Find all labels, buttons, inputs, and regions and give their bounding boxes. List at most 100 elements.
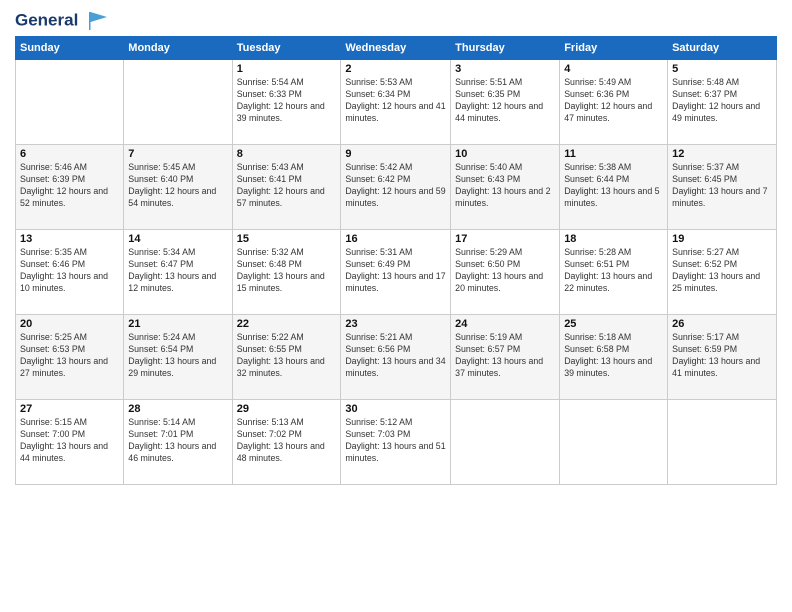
- calendar-cell: 6Sunrise: 5:46 AMSunset: 6:39 PMDaylight…: [16, 145, 124, 230]
- day-number: 22: [237, 318, 337, 330]
- day-number: 7: [128, 148, 227, 160]
- day-number: 27: [20, 403, 119, 415]
- day-info: Sunrise: 5:15 AMSunset: 7:00 PMDaylight:…: [20, 417, 119, 465]
- calendar-cell: 19Sunrise: 5:27 AMSunset: 6:52 PMDayligh…: [668, 230, 777, 315]
- weekday-header-saturday: Saturday: [668, 37, 777, 60]
- day-number: 17: [455, 233, 555, 245]
- calendar-cell: 18 Sunrise: 5:28 AMSunset: 6:51 PMDayligh…: [560, 230, 668, 315]
- calendar-cell: 24Sunrise: 5:19 AMSunset: 6:57 PMDayligh…: [451, 315, 560, 400]
- week-row-3: 13Sunrise: 5:35 AMSunset: 6:46 PMDayligh…: [16, 230, 777, 315]
- day-info: Sunrise: 5:38 AMSunset: 6:44 PMDaylight:…: [564, 162, 663, 210]
- weekday-header-friday: Friday: [560, 37, 668, 60]
- calendar-cell: 25 Sunrise: 5:18 AMSunset: 6:58 PMDayligh…: [560, 315, 668, 400]
- weekday-header-sunday: Sunday: [16, 37, 124, 60]
- day-number: 1: [237, 63, 337, 75]
- week-row-4: 20 Sunrise: 5:25 AMSunset: 6:53 PMDayligh…: [16, 315, 777, 400]
- day-number: 23: [345, 318, 446, 330]
- day-number: 11: [564, 148, 663, 160]
- day-info: Sunrise: 5:13 AMSunset: 7:02 PMDaylight:…: [237, 417, 337, 465]
- day-number: 8: [237, 148, 337, 160]
- day-info: Sunrise: 5:37 AMSunset: 6:45 PMDaylight:…: [672, 162, 772, 210]
- week-row-5: 27 Sunrise: 5:15 AMSunset: 7:00 PMDayligh…: [16, 400, 777, 485]
- calendar-cell: 20 Sunrise: 5:25 AMSunset: 6:53 PMDayligh…: [16, 315, 124, 400]
- day-info: Sunrise: 5:35 AMSunset: 6:46 PMDaylight:…: [20, 247, 119, 295]
- day-number: 10: [455, 148, 555, 160]
- calendar-cell: [16, 60, 124, 145]
- day-info: Sunrise: 5:43 AMSunset: 6:41 PMDaylight:…: [237, 162, 337, 210]
- day-number: 19: [672, 233, 772, 245]
- calendar-cell: 27 Sunrise: 5:15 AMSunset: 7:00 PMDayligh…: [16, 400, 124, 485]
- day-number: 9: [345, 148, 446, 160]
- day-number: 2: [345, 63, 446, 75]
- weekday-header-monday: Monday: [124, 37, 232, 60]
- calendar-cell: 10 Sunrise: 5:40 AMSunset: 6:43 PMDayligh…: [451, 145, 560, 230]
- calendar-cell: [451, 400, 560, 485]
- day-number: 5: [672, 63, 772, 75]
- week-row-2: 6Sunrise: 5:46 AMSunset: 6:39 PMDaylight…: [16, 145, 777, 230]
- calendar-cell: 13Sunrise: 5:35 AMSunset: 6:46 PMDayligh…: [16, 230, 124, 315]
- day-info: Sunrise: 5:31 AMSunset: 6:49 PMDaylight:…: [345, 247, 446, 295]
- calendar-cell: 26 Sunrise: 5:17 AMSunset: 6:59 PMDayligh…: [668, 315, 777, 400]
- day-info: Sunrise: 5:12 AMSunset: 7:03 PMDaylight:…: [345, 417, 446, 465]
- logo-text: General: [15, 10, 113, 32]
- day-info: Sunrise: 5:21 AMSunset: 6:56 PMDaylight:…: [345, 332, 446, 380]
- calendar-cell: 5 Sunrise: 5:48 AMSunset: 6:37 PMDaylight…: [668, 60, 777, 145]
- day-info: Sunrise: 5:51 AMSunset: 6:35 PMDaylight:…: [455, 77, 555, 125]
- calendar-cell: 9 Sunrise: 5:42 AMSunset: 6:42 PMDaylight…: [341, 145, 451, 230]
- day-number: 24: [455, 318, 555, 330]
- day-number: 16: [345, 233, 446, 245]
- calendar-cell: 14Sunrise: 5:34 AMSunset: 6:47 PMDayligh…: [124, 230, 232, 315]
- day-info: Sunrise: 5:18 AMSunset: 6:58 PMDaylight:…: [564, 332, 663, 380]
- day-number: 26: [672, 318, 772, 330]
- calendar-cell: 29 Sunrise: 5:13 AMSunset: 7:02 PMDayligh…: [232, 400, 341, 485]
- day-number: 3: [455, 63, 555, 75]
- logo: General: [15, 10, 113, 28]
- day-info: Sunrise: 5:28 AMSunset: 6:51 PMDaylight:…: [564, 247, 663, 295]
- calendar-cell: 12 Sunrise: 5:37 AMSunset: 6:45 PMDayligh…: [668, 145, 777, 230]
- calendar-cell: 30Sunrise: 5:12 AMSunset: 7:03 PMDayligh…: [341, 400, 451, 485]
- calendar-table: SundayMondayTuesdayWednesdayThursdayFrid…: [15, 36, 777, 485]
- calendar-cell: 1 Sunrise: 5:54 AMSunset: 6:33 PMDaylight…: [232, 60, 341, 145]
- day-number: 12: [672, 148, 772, 160]
- calendar-cell: 15Sunrise: 5:32 AMSunset: 6:48 PMDayligh…: [232, 230, 341, 315]
- day-info: Sunrise: 5:17 AMSunset: 6:59 PMDaylight:…: [672, 332, 772, 380]
- weekday-header-thursday: Thursday: [451, 37, 560, 60]
- calendar-cell: [560, 400, 668, 485]
- day-number: 18: [564, 233, 663, 245]
- weekday-header-wednesday: Wednesday: [341, 37, 451, 60]
- weekday-header-tuesday: Tuesday: [232, 37, 341, 60]
- calendar-cell: 28 Sunrise: 5:14 AMSunset: 7:01 PMDayligh…: [124, 400, 232, 485]
- day-number: 15: [237, 233, 337, 245]
- day-info: Sunrise: 5:48 AMSunset: 6:37 PMDaylight:…: [672, 77, 772, 125]
- day-number: 28: [128, 403, 227, 415]
- day-number: 20: [20, 318, 119, 330]
- day-info: Sunrise: 5:14 AMSunset: 7:01 PMDaylight:…: [128, 417, 227, 465]
- calendar-cell: [668, 400, 777, 485]
- calendar-cell: 11 Sunrise: 5:38 AMSunset: 6:44 PMDayligh…: [560, 145, 668, 230]
- calendar-cell: 4Sunrise: 5:49 AMSunset: 6:36 PMDaylight…: [560, 60, 668, 145]
- day-info: Sunrise: 5:45 AMSunset: 6:40 PMDaylight:…: [128, 162, 227, 210]
- day-info: Sunrise: 5:22 AMSunset: 6:55 PMDaylight:…: [237, 332, 337, 380]
- weekday-header-row: SundayMondayTuesdayWednesdayThursdayFrid…: [16, 37, 777, 60]
- day-info: Sunrise: 5:40 AMSunset: 6:43 PMDaylight:…: [455, 162, 555, 210]
- day-number: 14: [128, 233, 227, 245]
- calendar-cell: [124, 60, 232, 145]
- calendar-cell: 23 Sunrise: 5:21 AMSunset: 6:56 PMDayligh…: [341, 315, 451, 400]
- calendar-cell: 2 Sunrise: 5:53 AMSunset: 6:34 PMDaylight…: [341, 60, 451, 145]
- day-info: Sunrise: 5:29 AMSunset: 6:50 PMDaylight:…: [455, 247, 555, 295]
- week-row-1: 1 Sunrise: 5:54 AMSunset: 6:33 PMDaylight…: [16, 60, 777, 145]
- day-info: Sunrise: 5:24 AMSunset: 6:54 PMDaylight:…: [128, 332, 227, 380]
- calendar-cell: 16 Sunrise: 5:31 AMSunset: 6:49 PMDayligh…: [341, 230, 451, 315]
- day-info: Sunrise: 5:42 AMSunset: 6:42 PMDaylight:…: [345, 162, 446, 210]
- day-info: Sunrise: 5:54 AMSunset: 6:33 PMDaylight:…: [237, 77, 337, 125]
- calendar-cell: 7 Sunrise: 5:45 AMSunset: 6:40 PMDaylight…: [124, 145, 232, 230]
- day-number: 25: [564, 318, 663, 330]
- calendar-cell: 17 Sunrise: 5:29 AMSunset: 6:50 PMDayligh…: [451, 230, 560, 315]
- day-info: Sunrise: 5:53 AMSunset: 6:34 PMDaylight:…: [345, 77, 446, 125]
- calendar-cell: 3 Sunrise: 5:51 AMSunset: 6:35 PMDaylight…: [451, 60, 560, 145]
- day-number: 29: [237, 403, 337, 415]
- day-number: 21: [128, 318, 227, 330]
- day-info: Sunrise: 5:25 AMSunset: 6:53 PMDaylight:…: [20, 332, 119, 380]
- calendar-page: General SundayMondayTuesdayWednesdayThur…: [0, 0, 792, 612]
- day-number: 4: [564, 63, 663, 75]
